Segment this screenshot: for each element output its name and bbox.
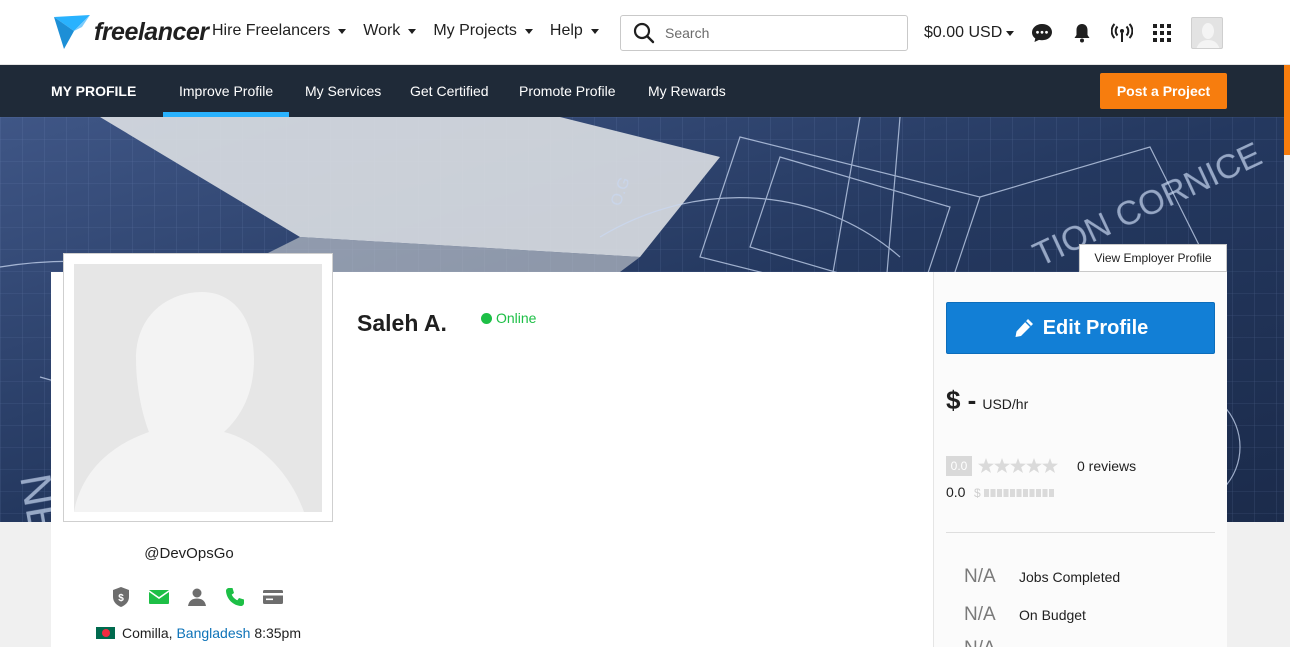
view-employer-profile-button[interactable]: View Employer Profile	[1079, 244, 1227, 272]
stat-value: N/A	[964, 638, 1019, 647]
messages-icon[interactable]	[1031, 22, 1053, 44]
avatar-placeholder-icon	[1196, 23, 1220, 48]
caret-down-icon	[1006, 30, 1015, 36]
profile-name: Saleh A.	[357, 310, 447, 336]
user-avatar-menu[interactable]	[1191, 17, 1223, 49]
rating-score-badge: 0.0	[946, 456, 972, 476]
review-count[interactable]: 0 reviews	[1077, 458, 1136, 474]
balance-value: $0.00 USD	[924, 24, 1003, 41]
avatar-placeholder-icon	[74, 264, 322, 512]
caret-down-icon	[590, 28, 599, 34]
tab-get-certified[interactable]: Get Certified	[410, 83, 489, 99]
menu-label: Work	[363, 22, 401, 39]
menu-label: Help	[549, 22, 583, 39]
search-input[interactable]	[665, 25, 895, 41]
sidebar-divider	[946, 532, 1215, 533]
stat-label: Jobs Completed	[1019, 569, 1121, 585]
online-status: Online	[481, 310, 536, 326]
edit-profile-label: Edit Profile	[1042, 316, 1149, 339]
menu-my-projects[interactable]: My Projects	[433, 22, 533, 40]
caret-down-icon	[408, 28, 417, 34]
payment-verified-icon: $	[113, 587, 129, 607]
stat-label: On Budget	[1019, 607, 1086, 623]
location-country-link[interactable]: Bangladesh	[176, 625, 250, 641]
svg-text:$: $	[118, 593, 124, 604]
location-row: Comilla, Bangladesh 8:35pm	[96, 625, 301, 641]
profile-photo-frame[interactable]	[63, 253, 333, 522]
email-verified-icon	[148, 590, 170, 604]
menu-hire-freelancers[interactable]: Hire Freelancers	[212, 22, 347, 40]
stat-on-budget: N/A On Budget	[964, 604, 1086, 626]
menu-label: Hire Freelancers	[212, 22, 331, 39]
subnav-title: MY PROFILE	[51, 83, 137, 99]
bangladesh-flag-icon	[96, 627, 115, 639]
search-box	[620, 15, 908, 51]
star-rating	[978, 457, 1058, 475]
caret-down-icon	[524, 28, 533, 34]
tab-improve-profile[interactable]: Improve Profile	[179, 83, 273, 99]
verification-badges: $	[110, 586, 300, 608]
post-project-button[interactable]: Post a Project	[1100, 73, 1227, 109]
tab-my-services[interactable]: My Services	[305, 83, 381, 99]
stat-value: N/A	[964, 566, 996, 587]
stat-jobs-completed: N/A Jobs Completed	[964, 566, 1120, 588]
earnings-level-bar	[983, 489, 1054, 497]
top-navigation: freelancer Hire Freelancers Work My Proj…	[0, 0, 1290, 65]
hourly-rate-amount: $ -	[946, 385, 977, 415]
bird-logo-icon	[54, 15, 90, 49]
phone-verified-icon	[226, 588, 244, 606]
menu-help[interactable]: Help	[550, 22, 599, 40]
account-balance-dropdown[interactable]: $0.00 USD	[924, 24, 1015, 42]
stat-value: N/A	[964, 604, 996, 625]
notifications-icon[interactable]	[1071, 22, 1093, 44]
edit-profile-button[interactable]: Edit Profile	[946, 302, 1215, 354]
dollar-icon: $	[974, 486, 981, 500]
search-icon	[633, 22, 655, 44]
scrollbar-thumb[interactable]	[1284, 65, 1290, 155]
stat-on-time: N/A	[964, 638, 1019, 647]
profile-subnav: MY PROFILE Improve Profile My Services G…	[0, 65, 1290, 117]
hourly-rate: $ - USD/hr	[946, 385, 1028, 416]
tab-my-rewards[interactable]: My Rewards	[648, 83, 726, 99]
logo-wordmark: freelancer	[94, 17, 209, 46]
profile-photo	[74, 264, 322, 512]
freelancer-logo[interactable]: freelancer	[52, 14, 209, 50]
main-menu: Hire Freelancers Work My Projects Help	[212, 22, 616, 40]
hourly-rate-unit: USD/hr	[982, 396, 1029, 412]
pencil-icon	[1015, 319, 1033, 337]
earnings-indicator: $	[974, 486, 1056, 500]
card-icon	[263, 590, 283, 604]
earnings-score: 0.0	[946, 484, 966, 500]
tab-promote-profile[interactable]: Promote Profile	[519, 83, 615, 99]
identity-icon	[188, 588, 206, 606]
online-dot-icon	[481, 312, 492, 324]
live-feed-icon[interactable]	[1111, 22, 1133, 44]
apps-grid-icon[interactable]	[1151, 22, 1173, 44]
caret-down-icon	[338, 28, 347, 34]
menu-label: My Projects	[433, 22, 517, 39]
profile-username: @DevOpsGo	[144, 545, 234, 562]
location-city: Comilla,	[122, 625, 173, 641]
star-icon	[978, 458, 1058, 473]
menu-work[interactable]: Work	[363, 22, 417, 40]
online-status-label: Online	[496, 310, 537, 326]
local-time: 8:35pm	[254, 625, 302, 641]
